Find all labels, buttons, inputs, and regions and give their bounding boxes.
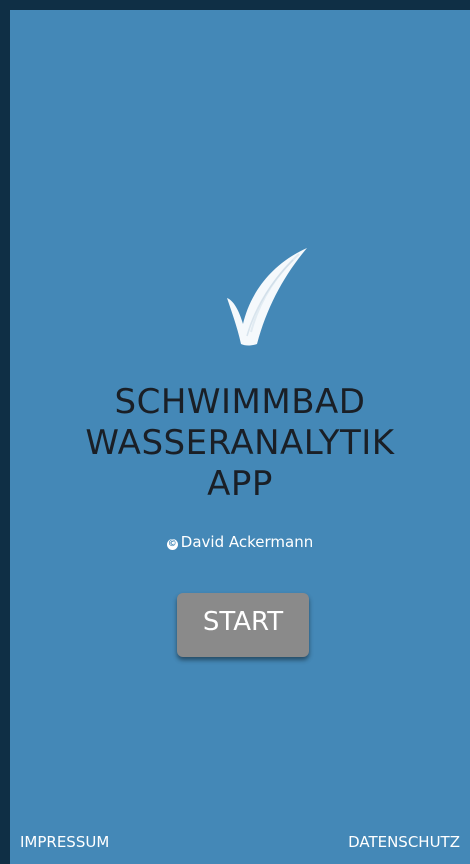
app-title-line-3: APP [207, 464, 273, 504]
app-screen: SCHWIMMBAD WASSERANALYTIK APP © David Ack… [10, 10, 470, 864]
impressum-link[interactable]: IMPRESSUM [20, 832, 109, 852]
checkmark-icon [227, 248, 307, 346]
datenschutz-link[interactable]: DATENSCHUTZ [348, 832, 460, 852]
copyright-owner: David Ackermann [180, 533, 314, 551]
start-button[interactable]: START [177, 593, 309, 657]
app-title-line-1: SCHWIMMBAD [114, 382, 366, 422]
app-title: SCHWIMMBAD WASSERANALYTIK APP [10, 382, 470, 505]
app-title-line-2: WASSERANALYTIK [85, 423, 395, 463]
window-frame: SCHWIMMBAD WASSERANALYTIK APP © David Ack… [0, 0, 470, 864]
copyright-notice: © David Ackermann [10, 532, 470, 552]
copyright-icon: © [166, 539, 178, 550]
